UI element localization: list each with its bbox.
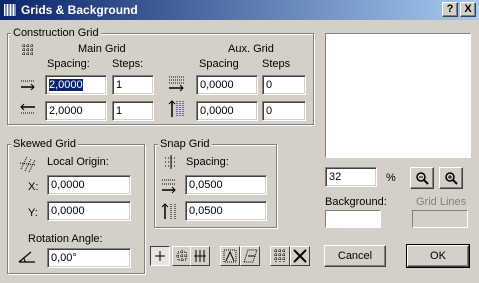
snap-spacing-label: Spacing: — [186, 156, 229, 168]
grid-dots-icon — [20, 42, 36, 58]
snap-grid-label: Snap Grid — [158, 138, 212, 150]
snap-h-spacing-input[interactable]: 0,0500 — [185, 175, 267, 195]
background-label: Background: — [325, 196, 387, 208]
vertical-spacing-icon — [20, 102, 36, 118]
aux-v-spacing-input[interactable]: 0,0000 — [196, 101, 258, 121]
cancel-button[interactable]: Cancel — [324, 245, 386, 267]
origin-x-input[interactable]: 0,0000 — [47, 175, 131, 195]
rotation-angle-input[interactable]: 0,00° — [47, 248, 131, 268]
main-v-spacing-input[interactable]: 2,0000 — [45, 101, 107, 121]
snap-v-spacing-input[interactable]: 0,0500 — [185, 201, 267, 221]
close-button[interactable]: X — [460, 2, 476, 17]
aux-spacing-header: Spacing — [199, 58, 239, 70]
zoom-input[interactable]: 32 — [325, 167, 377, 187]
aux-steps-header: Steps — [262, 58, 291, 70]
steps-header: Steps: — [112, 58, 144, 70]
zoom-out-button[interactable] — [410, 167, 434, 189]
grid-dots-button[interactable] — [270, 246, 290, 266]
skew-grid-button[interactable] — [240, 246, 260, 266]
aux-grid-label: Aux. Grid — [228, 43, 274, 55]
angle-icon — [18, 250, 36, 264]
background-color-swatch[interactable] — [325, 210, 381, 228]
origin-y-input[interactable]: 0,0000 — [47, 201, 131, 221]
horizontal-spacing-icon — [20, 76, 36, 92]
snap-h-icon — [160, 176, 178, 194]
local-origin-label: Local Origin: — [47, 156, 109, 168]
snap-v-icon — [160, 202, 178, 220]
aux-h-grid-icon — [167, 73, 187, 93]
aux-v-grid-icon — [167, 99, 187, 119]
ok-button[interactable]: OK — [406, 244, 470, 268]
aux-h-steps-input[interactable]: 0 — [262, 75, 306, 95]
main-grid-label: Main Grid — [78, 43, 126, 55]
grid-mode-lines-button[interactable] — [190, 246, 210, 266]
skewed-grid-label: Skewed Grid — [11, 138, 78, 150]
zoom-in-icon — [445, 172, 458, 185]
no-grid-button[interactable] — [290, 246, 310, 266]
x-label: X: — [28, 181, 39, 193]
y-label: Y: — [28, 207, 38, 219]
main-h-steps-input[interactable]: 1 — [112, 75, 154, 95]
aux-v-steps-input[interactable]: 0 — [262, 101, 306, 121]
snap-grid-icon — [163, 154, 179, 170]
skewed-grid-icon — [19, 155, 37, 173]
rotation-angle-label: Rotation Angle: — [28, 233, 103, 245]
grid-preview — [325, 33, 471, 158]
help-button[interactable]: ? — [442, 2, 458, 17]
grid-app-icon — [3, 3, 17, 17]
aux-h-spacing-input[interactable]: 0,0000 — [196, 75, 258, 95]
main-h-spacing-input[interactable]: 2,0000 — [45, 75, 107, 95]
grid-lines-label: Grid Lines — [416, 196, 467, 208]
main-v-steps-input[interactable]: 1 — [112, 101, 154, 121]
grid-lines-color-swatch — [412, 210, 468, 228]
spacing-header: Spacing: — [47, 58, 90, 70]
grid-mode-dotted-button[interactable] — [172, 246, 192, 266]
zoom-unit-label: % — [386, 172, 396, 184]
grid-mode-plus-button[interactable] — [150, 246, 170, 266]
zoom-in-button[interactable] — [439, 167, 463, 189]
construction-grid-label: Construction Grid — [11, 27, 101, 39]
rotate-grid-button[interactable] — [220, 246, 240, 266]
zoom-out-icon — [416, 172, 429, 185]
window-title: Grids & Background — [21, 3, 138, 17]
